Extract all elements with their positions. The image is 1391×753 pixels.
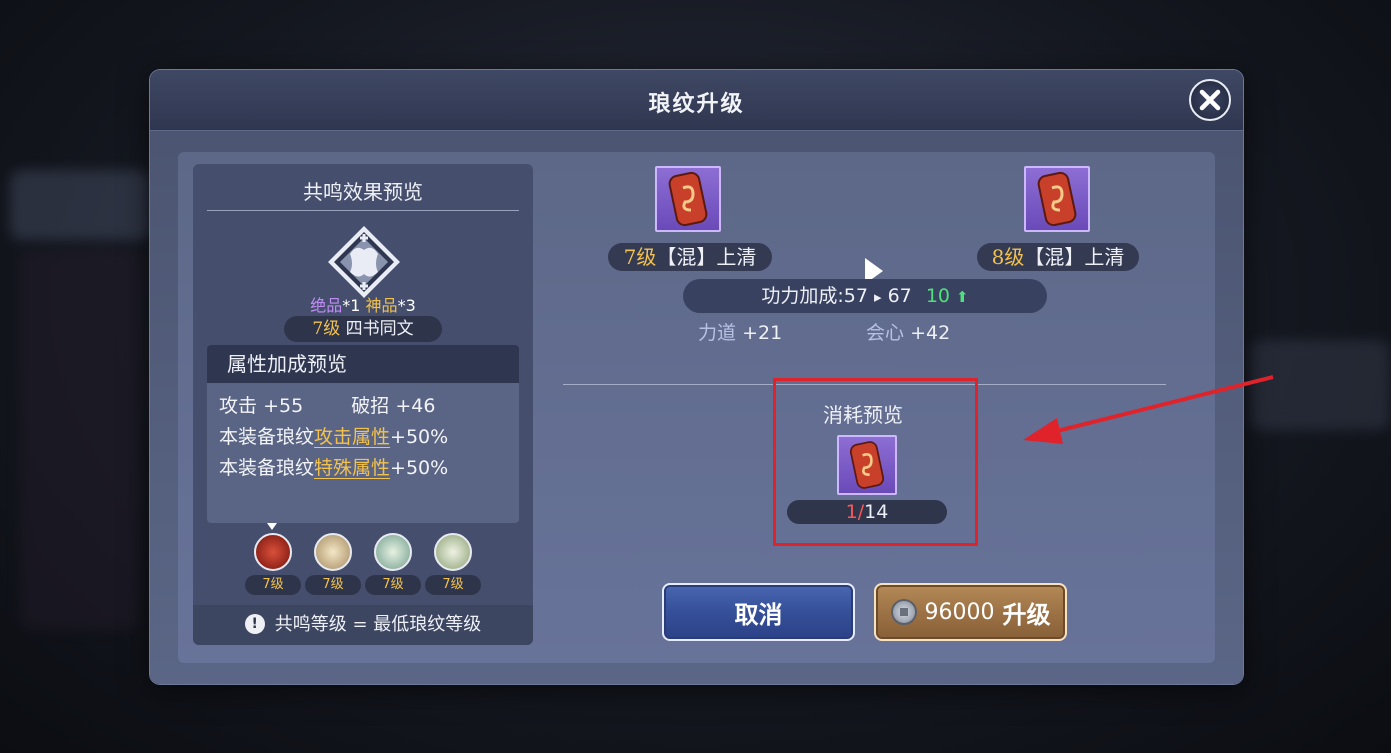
- resonance-footnote: ! 共鸣等级 = 最低琅纹等级: [193, 605, 533, 645]
- attribute-preview-title: 属性加成预览: [207, 345, 519, 383]
- attr-break-label: 破招: [351, 395, 390, 417]
- power-bonus: 功力加成:57 ▸ 67 10 ⬆: [683, 279, 1047, 313]
- power-gain: 10: [925, 285, 950, 307]
- attr-line-1: 攻击 +55 破招 +46: [219, 391, 435, 418]
- stat-strength-value: +21: [742, 322, 783, 344]
- attr-line2-value: +50%: [390, 426, 449, 448]
- resonance-emblem-icon: [328, 226, 400, 298]
- next-rune-name: 8级【混】上清: [977, 243, 1139, 271]
- close-icon: [1199, 89, 1221, 111]
- current-rune-name: 7级【混】上清: [608, 243, 772, 271]
- cancel-button-label: 取消: [734, 599, 783, 629]
- stat-crit: 会心 +42: [866, 318, 950, 345]
- rune-tablet-icon: [1037, 171, 1077, 227]
- next-rune-level: 8级: [991, 245, 1025, 269]
- selected-marker-icon: [267, 523, 277, 530]
- footnote-text: 共鸣等级 = 最低琅纹等级: [274, 614, 482, 635]
- silver-coin-icon: [890, 599, 917, 625]
- rune-slot-level: 7级: [425, 575, 481, 595]
- background-panel: [10, 170, 150, 240]
- grade-shen-label: 神品: [365, 296, 398, 315]
- attr-line2-prefix: 本装备琅纹: [219, 426, 315, 448]
- red-rune-icon: [254, 533, 292, 571]
- next-rune-item[interactable]: [1024, 166, 1090, 232]
- attr-line-2: 本装备琅纹攻击属性+50%: [219, 422, 448, 449]
- upgrade-price: 96000: [924, 599, 995, 625]
- annotation-arrow-icon: [1023, 375, 1274, 444]
- current-rune-item[interactable]: [655, 166, 721, 232]
- divider: [207, 210, 519, 211]
- stat-crit-label: 会心: [866, 322, 905, 344]
- resonance-level-num: 7级: [312, 319, 341, 339]
- dialog-header: 琅纹升级: [150, 70, 1243, 131]
- stat-strength: 力道 +21: [698, 318, 782, 345]
- rune-slot-4[interactable]: 7级: [423, 533, 483, 595]
- up-arrow-icon: ⬆: [956, 288, 969, 306]
- dialog-title: 琅纹升级: [648, 91, 745, 117]
- attr-line3-highlight: 特殊属性: [314, 457, 391, 479]
- attr-attack-value: +55: [263, 395, 304, 417]
- attribute-preview: 属性加成预览 攻击 +55 破招 +46 本装备琅纹攻击属性+50% 本装备琅纹…: [207, 345, 519, 523]
- upgrade-button-label: 升级: [1002, 599, 1051, 629]
- upgrade-button[interactable]: 96000 升级: [874, 583, 1067, 641]
- attr-attack-label: 攻击: [219, 395, 258, 417]
- next-rune-title: 【混】上清: [1024, 245, 1125, 269]
- attr-line3-value: +50%: [390, 457, 449, 479]
- close-button[interactable]: [1189, 79, 1231, 121]
- gold-rune-icon: [314, 533, 352, 571]
- resonance-level: 7级 四书同文: [284, 316, 442, 342]
- rune-tablet-icon: [668, 171, 708, 227]
- green-rune-icon: [434, 533, 472, 571]
- rune-slot-3[interactable]: 7级: [363, 533, 423, 595]
- resonance-level-name: 四书同文: [345, 319, 414, 339]
- attr-line-3: 本装备琅纹特殊属性+50%: [219, 453, 448, 480]
- rune-slots: 7级 7级 7级 7级: [243, 523, 483, 605]
- stat-crit-value: +42: [910, 322, 951, 344]
- power-label: 功力加成:57: [761, 285, 868, 307]
- resonance-title: 共鸣效果预览: [303, 180, 423, 204]
- attr-break-value: +46: [395, 395, 436, 417]
- power-arrow-icon: ▸: [874, 288, 882, 306]
- rune-slot-level: 7级: [305, 575, 361, 595]
- attr-line3-prefix: 本装备琅纹: [219, 457, 315, 479]
- resonance-panel: 共鸣效果预览 绝品*1 神品*3 7级 四书同文 属性加成预览 攻击 +55 破…: [193, 164, 533, 645]
- current-rune-title: 【混】上清: [656, 245, 757, 269]
- grade-shen-count: *3: [397, 296, 416, 315]
- background-panel: [20, 250, 140, 630]
- teal-rune-icon: [374, 533, 412, 571]
- cancel-button[interactable]: 取消: [662, 583, 855, 641]
- grade-summary: 绝品*1 神品*3: [193, 292, 533, 316]
- info-icon: !: [244, 614, 265, 634]
- current-rune-level: 7级: [623, 245, 657, 269]
- rune-slot-1[interactable]: 7级: [243, 523, 303, 595]
- attr-line2-highlight: 攻击属性: [314, 426, 391, 448]
- grade-jue-count: *1: [342, 296, 361, 315]
- power-to: 67: [887, 285, 912, 307]
- rune-slot-2[interactable]: 7级: [303, 533, 363, 595]
- rune-slot-level: 7级: [245, 575, 301, 595]
- stat-strength-label: 力道: [698, 322, 737, 344]
- highlight-box: [773, 378, 978, 546]
- grade-jue-label: 绝品: [310, 296, 343, 315]
- rune-slot-level: 7级: [365, 575, 421, 595]
